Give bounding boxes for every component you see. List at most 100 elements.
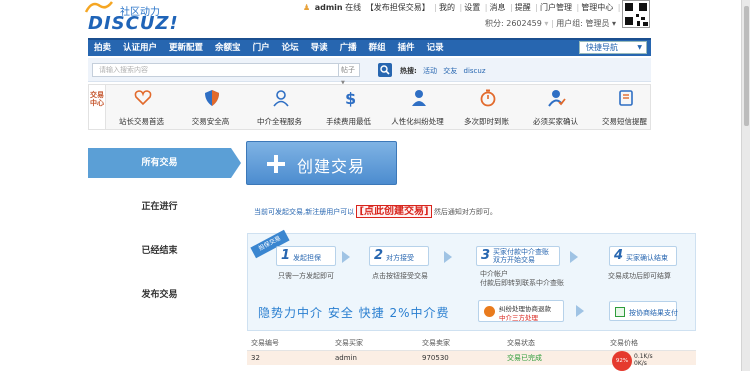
step-number: 3	[481, 248, 491, 263]
nav-item-guide[interactable]: 导读	[305, 40, 334, 56]
nav-item-verified-users[interactable]: 认证用户	[117, 40, 163, 56]
portal-admin-link[interactable]: 门户管理	[540, 3, 572, 12]
hot-keyword[interactable]: discuz	[464, 67, 486, 75]
sms-icon	[619, 90, 633, 106]
step-desc-line2: 付款后即转到联系中介查账	[480, 279, 564, 287]
feature-label: 必须买家确认	[533, 117, 578, 126]
column-header: 交易卖家	[422, 339, 450, 347]
search-icon	[380, 65, 390, 75]
step-label: 买家确认结束	[626, 254, 668, 262]
nav-item-yuebao[interactable]: 余额宝	[209, 40, 247, 56]
trade-seller[interactable]: 970530	[422, 351, 449, 365]
notice-text: 当前可发起交易,新注册用户可以 [点此创建交易] 然后通知对方即可。	[254, 202, 497, 218]
search-button[interactable]	[378, 63, 392, 77]
header: 社区动力 DISCUZ! ♟ admin 在线 【发布担保交易】 | 我的 | 设置…	[0, 0, 741, 38]
search-bar: 请输入搜索内容 帖子 ▼ 热搜: 活动 交友 discuz	[88, 58, 651, 86]
sidebar-item-all-trades[interactable]: 所有交易	[88, 148, 241, 178]
checkbox-icon	[615, 307, 625, 317]
step-label: 对方接受	[386, 254, 414, 262]
feature-label: 站长交易首选	[119, 117, 164, 126]
step-label-line1: 买家付款中介查账	[493, 248, 549, 256]
trade-buyer[interactable]: admin	[335, 351, 357, 365]
plus-icon	[267, 155, 285, 173]
pay-result-label: 按协商结果支付	[629, 309, 678, 317]
usergroup-text[interactable]: 用户组: 管理员	[556, 19, 609, 28]
create-trade-button[interactable]: 创建交易	[246, 141, 397, 185]
feature-item: 交易短信提醒	[590, 85, 659, 129]
step-number: 2	[374, 248, 384, 263]
step-number: 4	[614, 248, 624, 263]
nav-item-groups[interactable]: 群组	[363, 40, 392, 56]
create-trade-link[interactable]: [点此创建交易]	[356, 205, 432, 218]
qr-code-icon[interactable]	[622, 0, 650, 28]
nav-item-broadcast[interactable]: 广播	[334, 40, 363, 56]
sidebar: 所有交易 正在进行 已经结束 发布交易	[88, 148, 241, 324]
user-icon	[273, 90, 289, 107]
dispute-box: 纠纷处理协商退款 中介三方处理	[478, 300, 564, 322]
online-status: 在线	[345, 3, 362, 12]
vertical-scrollbar[interactable]	[741, 0, 750, 371]
feature-label: 中介全程服务	[257, 117, 302, 126]
nav-item-update-config[interactable]: 更新配置	[163, 40, 209, 56]
feature-strip: 交易中心 站长交易首选 交易安全高 中介全程服务 $ 手续费用最低 人性化纠纷处…	[88, 84, 651, 130]
scrollbar-thumb[interactable]	[744, 6, 749, 126]
table-header: 交易编号 交易买家 交易卖家 交易状态 交易价格	[247, 336, 696, 351]
notice-link[interactable]: 提醒	[515, 3, 531, 12]
page: 社区动力 DISCUZ! ♟ admin 在线 【发布担保交易】 | 我的 | 设置…	[0, 0, 741, 371]
nav-item-plugins[interactable]: 插件	[392, 40, 421, 56]
stopwatch-icon	[480, 89, 496, 107]
nav-item-records[interactable]: 记录	[421, 40, 450, 56]
feature-item: 中介全程服务	[245, 85, 314, 129]
column-header: 交易编号	[251, 339, 279, 347]
svg-text:$: $	[345, 89, 356, 107]
feature-item: 人性化纠纷处理	[383, 85, 452, 129]
dollar-icon: $	[345, 89, 356, 107]
arrow-right-icon	[444, 251, 452, 263]
step-label: 买家付款中介查账 双方开始交易	[493, 248, 549, 264]
step-desc-line1: 中介帐户	[480, 270, 508, 278]
search-input[interactable]: 请输入搜索内容	[92, 63, 360, 77]
feature-label: 人性化纠纷处理	[391, 117, 444, 126]
hot-keyword[interactable]: 活动	[423, 67, 437, 75]
messages-link[interactable]: 消息	[489, 3, 505, 12]
network-gauge[interactable]: 92%	[612, 351, 632, 371]
person-icon	[412, 90, 426, 106]
heart-icon	[134, 90, 152, 106]
sidebar-item-in-progress[interactable]: 正在进行	[88, 192, 231, 236]
notice-prefix: 当前可发起交易,新注册用户可以	[254, 208, 355, 216]
search-type-select[interactable]: 帖子 ▼	[338, 63, 360, 86]
quick-nav-dropdown[interactable]: 快捷导航 ▼	[579, 41, 647, 54]
sidebar-item-publish[interactable]: 发布交易	[88, 280, 231, 324]
feature-item: 交易安全高	[176, 85, 245, 129]
username-link[interactable]: admin	[315, 3, 343, 12]
upload-rate: 0.1K/s	[634, 353, 653, 360]
chevron-down-icon: ▼	[637, 44, 642, 51]
feature-item: $ 手续费用最低	[314, 85, 383, 129]
main-nav: 拍卖 认证用户 更新配置 余额宝 门户 论坛 导读 广播 群组 插件 记录 快捷…	[88, 38, 651, 56]
sidebar-item-finished[interactable]: 已经结束	[88, 236, 231, 280]
hot-keyword[interactable]: 交友	[443, 67, 457, 75]
nav-item-forum[interactable]: 论坛	[276, 40, 305, 56]
shield-icon	[205, 90, 219, 106]
user-icon: ♟	[303, 3, 311, 12]
step-label: 发起担保	[293, 254, 321, 262]
credit-text[interactable]: 积分: 2602459	[485, 19, 542, 28]
pay-result-box: 按协商结果支付	[609, 301, 678, 321]
step-desc: 中介帐户 付款后即转到联系中介查账	[480, 270, 564, 288]
feature-tab-label: 交易中心	[89, 85, 106, 129]
notice-suffix: 然后通知对方即可。	[433, 208, 497, 216]
quick-nav-label: 快捷导航	[586, 43, 618, 52]
logo-text[interactable]: DISCUZ!	[88, 13, 179, 34]
admin-center-link[interactable]: 管理中心	[581, 3, 613, 12]
arrow-right-icon	[570, 251, 578, 263]
nav-item-portal[interactable]: 门户	[247, 40, 276, 56]
step-label-line2: 双方开始交易	[493, 256, 535, 264]
column-header: 交易买家	[335, 339, 363, 347]
trade-status: 交易已完成	[507, 354, 542, 362]
my-link[interactable]: 我的	[439, 3, 455, 12]
step-desc: 只需一方发起即可	[278, 272, 334, 280]
nav-item-auction[interactable]: 拍卖	[88, 40, 117, 56]
settings-link[interactable]: 设置	[464, 3, 480, 12]
column-header: 交易状态	[507, 339, 535, 347]
publish-trade-link[interactable]: 【发布担保交易】	[366, 3, 430, 12]
